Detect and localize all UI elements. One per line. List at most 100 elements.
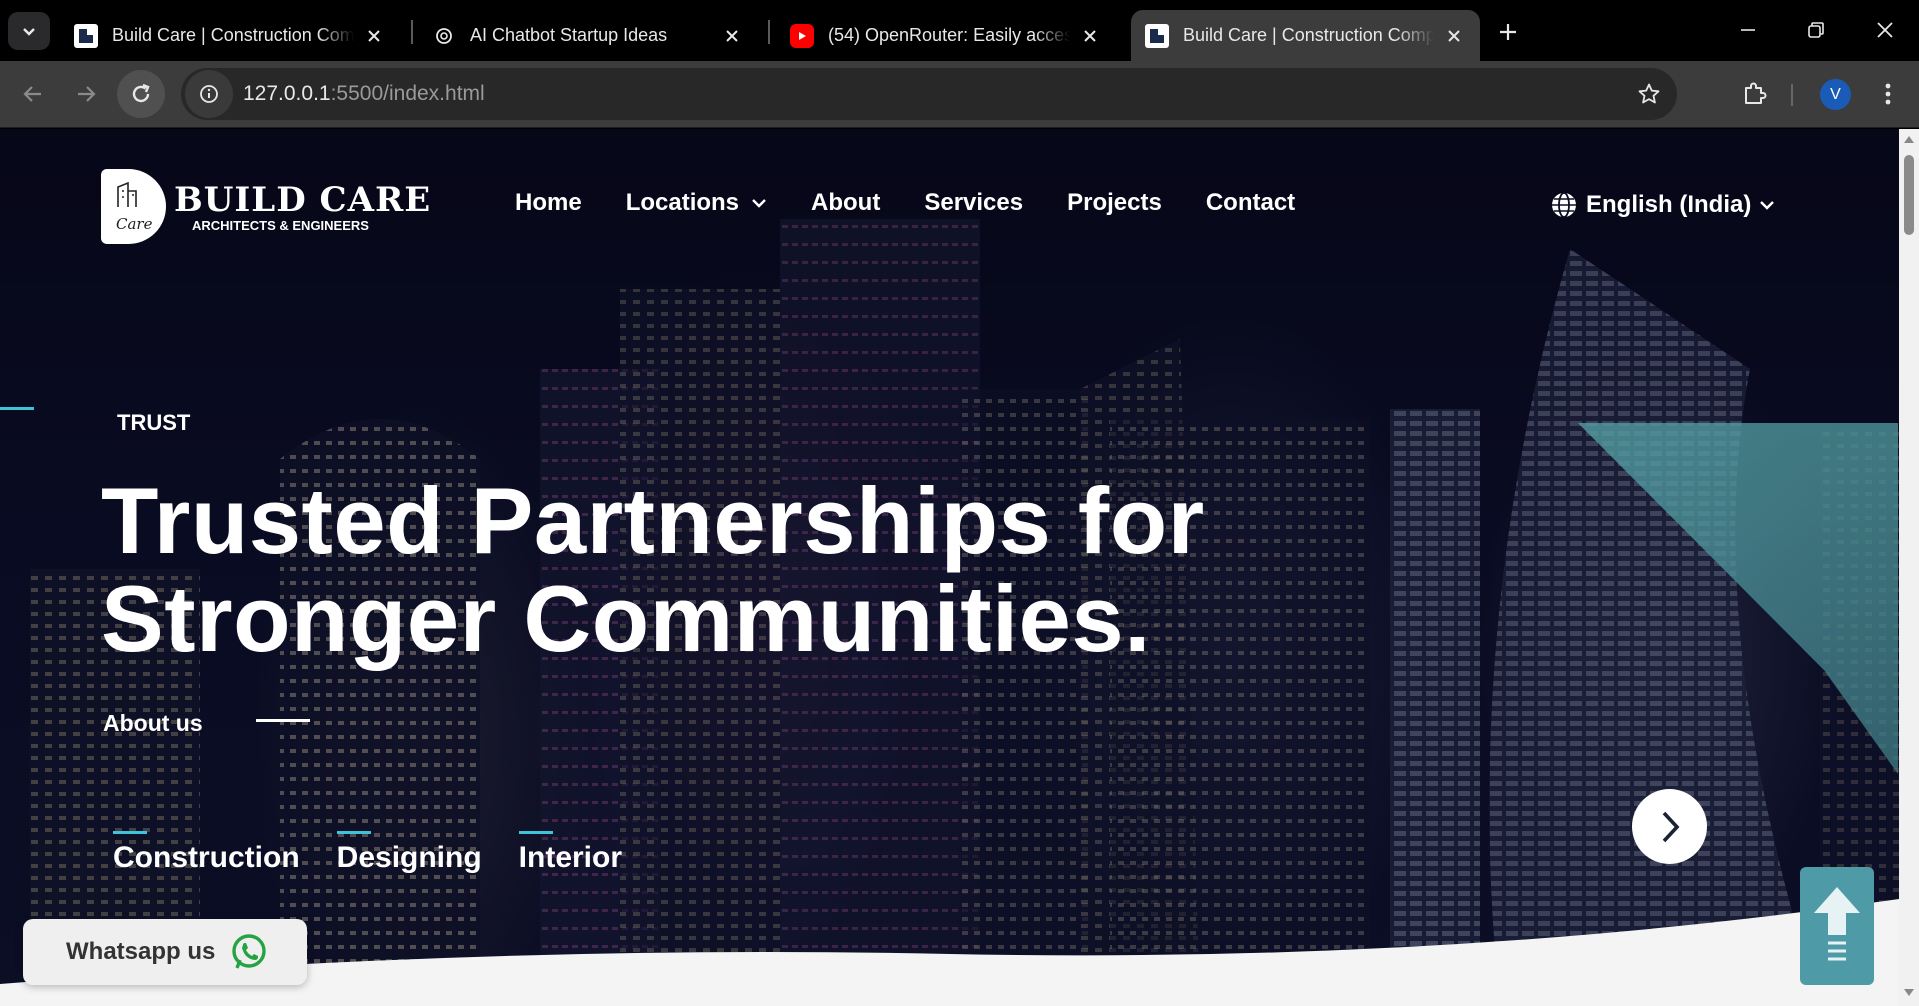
- language-selector[interactable]: English (India): [1550, 191, 1775, 219]
- nav-about-label: About: [811, 189, 881, 216]
- tab-title: (54) OpenRouter: Easily access m: [828, 25, 1070, 45]
- buildcare-favicon-icon: [74, 23, 98, 48]
- nav-projects-label: Projects: [1067, 189, 1162, 216]
- page-scrollbar[interactable]: [1899, 129, 1919, 1006]
- category-interior[interactable]: Interior: [518, 831, 623, 875]
- scroll-up-arrow-icon[interactable]: [1903, 133, 1915, 145]
- close-tab-icon[interactable]: [1078, 24, 1102, 48]
- toolbar-divider: [1791, 84, 1793, 106]
- nav-contact[interactable]: Contact: [1206, 189, 1295, 217]
- category-construction[interactable]: Construction: [113, 831, 300, 875]
- tab-youtube-openrouter[interactable]: (54) OpenRouter: Easily access m: [776, 10, 1116, 61]
- close-tab-icon[interactable]: [720, 24, 744, 48]
- category-accent-mark: [518, 831, 553, 834]
- nav-services[interactable]: Services: [924, 189, 1023, 217]
- close-icon: [1877, 22, 1893, 38]
- minimize-button[interactable]: [1725, 10, 1771, 50]
- category-accent-mark: [113, 831, 147, 834]
- globe-icon: [1550, 191, 1578, 219]
- tab-title: AI Chatbot Startup Ideas: [470, 25, 668, 45]
- openai-favicon-icon: [432, 24, 456, 48]
- url-path: :5500/index.html: [330, 82, 485, 105]
- hero-headline: Trusted Partnerships for Stronger Commun…: [101, 472, 1281, 668]
- tab-title: Build Care | Construction Comp: [1183, 25, 1434, 45]
- slide-indicator-accent: [0, 407, 34, 410]
- nav-locations-label: Locations: [625, 189, 740, 216]
- arrow-left-icon: [23, 86, 41, 102]
- whatsapp-label: Whatsapp us: [66, 938, 216, 965]
- logo-mark: Care: [101, 169, 166, 244]
- bookmark-star-icon[interactable]: [1635, 80, 1663, 108]
- tab-separator: [411, 20, 413, 44]
- tab-buildcare-active[interactable]: Build Care | Construction Comp: [1131, 10, 1480, 61]
- hero-headline-line-2: Stronger Communities.: [101, 566, 1151, 671]
- nav-about[interactable]: About: [811, 189, 880, 217]
- category-accent-mark: [336, 831, 371, 834]
- browser-menu-button[interactable]: [1864, 70, 1912, 118]
- category-label: Interior: [518, 841, 623, 874]
- close-tab-icon[interactable]: [1442, 24, 1466, 48]
- close-tab-icon[interactable]: [362, 24, 386, 48]
- nav-home[interactable]: Home: [515, 189, 582, 217]
- hero-categories: Construction Designing Interior: [113, 831, 659, 875]
- restore-button[interactable]: [1793, 10, 1839, 50]
- youtube-favicon-icon: [790, 23, 814, 48]
- language-label: English (India): [1586, 191, 1752, 218]
- nav-services-label: Services: [924, 189, 1024, 216]
- restore-icon: [1808, 22, 1824, 38]
- extensions-button[interactable]: [1730, 70, 1778, 118]
- logo-tagline: ARCHITECTS & ENGINEERS: [192, 218, 369, 233]
- tab-buildcare-1[interactable]: Build Care | Construction Comp: [60, 10, 400, 61]
- hero-headline-line-1: Trusted Partnerships for: [101, 468, 1205, 573]
- address-bar[interactable]: 127.0.0.1:5500/index.html: [181, 68, 1677, 120]
- main-nav: Home Locations About Services Projects C…: [515, 189, 1339, 217]
- nav-locations[interactable]: Locations: [626, 189, 767, 217]
- url-text[interactable]: 127.0.0.1:5500/index.html: [243, 82, 485, 106]
- reload-icon: [132, 83, 150, 103]
- site-logo[interactable]: Care BUILD CARE ARCHITECTS & ENGINEERS: [101, 169, 431, 244]
- kebab-menu-icon: [1885, 83, 1891, 105]
- url-host: 127.0.0.1: [243, 82, 331, 105]
- category-designing[interactable]: Designing: [336, 831, 482, 875]
- scroll-to-top-button[interactable]: [1800, 867, 1874, 985]
- about-us-link[interactable]: About us: [103, 710, 203, 737]
- arrow-up-icon: [1814, 887, 1860, 961]
- browser-toolbar: 127.0.0.1:5500/index.html V: [0, 61, 1919, 128]
- about-us-underline: [256, 719, 310, 722]
- nav-projects[interactable]: Projects: [1067, 189, 1162, 217]
- profile-avatar[interactable]: V: [1820, 79, 1851, 110]
- building-logo-icon: Care: [116, 181, 153, 233]
- back-button[interactable]: [9, 70, 57, 118]
- tab-separator: [768, 20, 770, 44]
- page-viewport: Care BUILD CARE ARCHITECTS & ENGINEERS H…: [0, 129, 1899, 1006]
- chevron-right-icon: [1662, 811, 1679, 842]
- scrollbar-thumb[interactable]: [1904, 155, 1914, 235]
- close-window-button[interactable]: [1862, 10, 1908, 50]
- whatsapp-button[interactable]: Whatsapp us: [23, 919, 307, 985]
- category-label: Designing: [336, 841, 482, 874]
- nav-home-label: Home: [515, 189, 582, 216]
- reload-button[interactable]: [117, 70, 165, 118]
- browser-tab-bar: Build Care | Construction Comp AI Chatbo…: [0, 0, 1919, 61]
- category-label: Construction: [113, 841, 300, 874]
- next-slide-button[interactable]: [1632, 789, 1707, 864]
- logo-mark-text: Care: [116, 215, 153, 233]
- plus-icon: [1500, 24, 1516, 40]
- tab-ai-chatbot[interactable]: AI Chatbot Startup Ideas: [418, 10, 758, 61]
- logo-name: BUILD CARE: [174, 180, 432, 220]
- forward-button[interactable]: [62, 70, 110, 118]
- chevron-down-icon: [751, 198, 767, 208]
- buildcare-favicon-icon: [1145, 23, 1169, 48]
- puzzle-icon: [1745, 82, 1767, 104]
- chevron-down-icon: [23, 28, 35, 36]
- scroll-down-arrow-icon[interactable]: [1903, 987, 1915, 999]
- chevron-down-icon: [1759, 200, 1775, 210]
- site-info-icon[interactable]: [185, 70, 233, 118]
- whatsapp-icon: [229, 932, 269, 972]
- new-tab-button[interactable]: [1490, 14, 1526, 50]
- arrow-right-icon: [78, 86, 96, 102]
- tab-search-button[interactable]: [8, 12, 50, 50]
- minimize-icon: [1741, 29, 1755, 31]
- hero-eyebrow: TRUST: [117, 410, 191, 435]
- nav-contact-label: Contact: [1205, 189, 1296, 216]
